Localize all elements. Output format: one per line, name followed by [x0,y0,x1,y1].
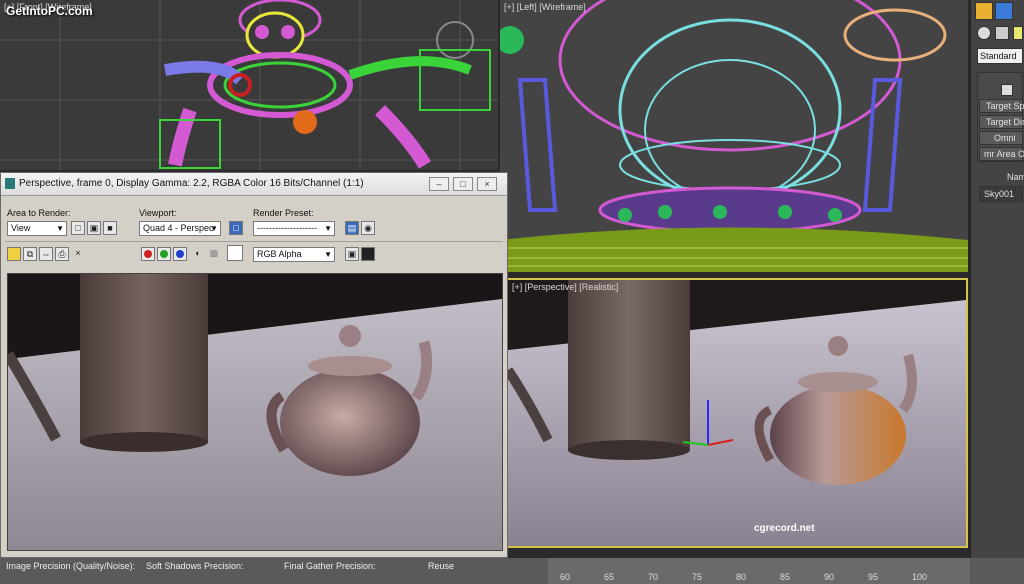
viewport-left[interactable]: [+] [Left] [Wireframe] [500,0,968,272]
timeline-tick: 100 [912,572,928,582]
app-icon [5,178,15,189]
watermark-text: cgrecord.net [754,523,815,534]
chevron-down-icon: ▼ [210,224,218,233]
timeline-tick: 75 [692,572,703,582]
save-image-icon[interactable] [7,247,21,261]
color-swatch[interactable] [227,245,243,261]
green-channel-toggle[interactable] [157,247,171,261]
autogrid-checkbox[interactable] [1001,84,1013,96]
reuse-label: Reuse [428,561,455,571]
left-wireframe-scene [500,0,968,272]
name-color-header: Nam [1007,172,1024,182]
toolbar-divider [5,241,503,242]
lock-icon[interactable]: □ [229,221,243,235]
create-tab-icon[interactable] [975,2,993,20]
rendered-frame-window: Perspective, frame 0, Display Gamma: 2.2… [0,172,508,558]
render-preset-dropdown[interactable]: -------------------- ▼ [253,221,335,236]
rendered-image [7,273,503,551]
timeline-tick: 95 [868,572,879,582]
shapes-icon[interactable] [995,26,1009,40]
copy-image-icon[interactable]: ⧉ [23,247,37,261]
object-button[interactable]: Target Sp [979,99,1024,113]
clear-icon[interactable]: × [71,247,85,261]
rendered-scene [8,274,502,550]
region-select-icon[interactable]: ■ [103,221,117,235]
area-to-render-label: Area to Render: [7,208,71,218]
timeline-tick: 90 [824,572,835,582]
geometry-icon[interactable] [977,26,991,40]
modify-tab-icon[interactable] [995,2,1013,20]
close-button[interactable]: × [477,177,497,191]
perspective-scene [508,280,966,546]
render-preset-label: Render Preset: [253,208,314,218]
blue-channel-toggle[interactable] [173,247,187,261]
command-panel: Standard Target Sp Target Dir Omni mr Ar… [970,0,1024,560]
viewport-perspective[interactable]: [+] [Perspective] [Realistic] [506,278,968,548]
maximize-button[interactable]: □ [453,177,473,191]
red-channel-toggle[interactable] [141,247,155,261]
monochrome-icon[interactable]: ▩ [207,247,221,261]
minimize-button[interactable]: – [429,177,449,191]
timeline-tick: 65 [604,572,615,582]
auto-region-icon[interactable]: ▣ [87,221,101,235]
environment-icon[interactable]: ◉ [361,221,375,235]
toggle-ui-icon[interactable] [361,247,375,261]
viewport-label[interactable]: [+] [Perspective] [Realistic] [512,282,618,292]
chevron-down-icon: ▼ [324,224,332,233]
object-button[interactable]: Target Dir [979,115,1024,129]
chevron-down-icon: ▼ [56,224,64,233]
timeline-tick: 70 [648,572,659,582]
toggle-ui-overlay-icon[interactable]: ▣ [345,247,359,261]
chevron-down-icon: ▼ [324,250,332,259]
render-setup-icon[interactable]: ▤ [345,221,359,235]
window-titlebar[interactable]: Perspective, frame 0, Display Gamma: 2.2… [1,173,507,196]
watermark-logo-text: GetIntoPC.com [6,4,93,18]
clone-frame-icon[interactable]: ⇔ [39,247,53,261]
front-wireframe-scene [0,0,498,170]
soft-shadows-label: Soft Shadows Precision: [146,561,244,571]
window-title: Perspective, frame 0, Display Gamma: 2.2… [19,178,364,189]
timeline-tick: 60 [560,572,571,582]
timeline-tick: 80 [736,572,747,582]
area-to-render-dropdown[interactable]: View ▼ [7,221,67,236]
viewport-dropdown[interactable]: Quad 4 - Perspec ▼ [139,221,221,236]
timeline-tick: 85 [780,572,791,582]
alpha-channel-icon[interactable]: ◐ [191,247,205,261]
print-icon[interactable]: ⎙ [55,247,69,261]
object-button[interactable]: Omni [979,131,1023,145]
object-button[interactable]: mr Area O [979,147,1024,161]
final-gather-label: Final Gather Precision: [284,561,376,571]
display-channel-dropdown[interactable]: RGB Alpha ▼ [253,247,335,262]
name-field[interactable]: Sky001 [979,186,1023,202]
image-precision-label: Image Precision (Quality/Noise): [6,561,136,571]
viewport-label: Viewport: [139,208,177,218]
viewport-label[interactable]: [+] [Left] [Wireframe] [504,2,586,12]
edit-region-icon[interactable]: □ [71,221,85,235]
lights-icon[interactable] [1013,26,1023,40]
viewport-front[interactable]: [+] [Front] [Wireframe] [0,0,498,170]
category-dropdown[interactable]: Standard [977,48,1023,64]
